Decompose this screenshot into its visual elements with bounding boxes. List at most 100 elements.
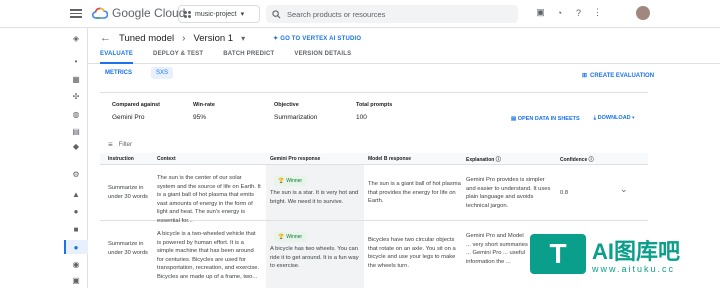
page-title: Tuned model [119,32,175,44]
instruction-cell: Summarize in under 30 words [108,241,148,256]
tab-version-details[interactable]: VERSION DETAILS [294,48,351,64]
workbench-icon[interactable]: ⚙ [70,168,82,180]
lightbulb-icon[interactable]: ● [70,241,82,253]
logo-text: Google Cloud [112,6,186,20]
confidence-header-label: Confidence [560,157,588,163]
help-icon[interactable]: ? [572,6,585,19]
summary-panel: Compared against Gemini Pro Win-rate 95%… [100,94,648,128]
col-header-explanation[interactable]: Explanation ⓘ [466,156,501,163]
info-icon: ⓘ [588,157,594,163]
avatar[interactable] [636,6,650,20]
cloud-icon [92,7,108,19]
col-header-confidence[interactable]: Confidence ⓘ [560,156,594,163]
vertex-studio-link[interactable]: ✦ GO TO VERTEX AI STUDIO [273,35,361,42]
pipelines-icon[interactable]: ▲ [70,188,82,200]
model-garden-icon[interactable]: ✣ [70,90,82,102]
search-bar[interactable]: Search products or resources [266,5,518,23]
filter-icon: ≡ [108,140,113,149]
broadcast-icon[interactable]: ◉ [70,258,82,270]
divider [100,92,648,93]
trophy-icon: 🏆 [278,178,285,184]
nav-dot-icon[interactable]: • [70,55,82,67]
explanation-header-label: Explanation [466,157,495,163]
vertex-studio-link-label: GO TO VERTEX AI STUDIO [280,35,362,42]
version-selector[interactable]: Version 1 [193,33,233,44]
objective-label: Objective [274,102,299,108]
summary-prompts: Total prompts 100 [356,102,392,121]
explanation-cell: Gemini Pro provides is simpler and easie… [466,177,551,209]
col-header-model-b[interactable]: Model B response [368,156,411,162]
compared-value: Gemini Pro [112,114,145,121]
gemini-response-cell: A bicycle has two wheels. You can ride i… [270,246,359,270]
download-button[interactable]: ⤓ DOWNLOAD ▾ [594,115,635,122]
chevron-right-icon: › [182,32,186,44]
instruction-cell: Summarize in under 30 words [108,185,148,200]
project-name: music-project [195,10,237,18]
subtab-metrics[interactable]: METRICS [100,67,137,79]
table-icon[interactable]: ▤ [70,125,82,137]
search-input[interactable]: Search products or resources [287,10,385,19]
tab-deploy-test[interactable]: DEPLOY & TEST [153,48,203,64]
confidence-cell: 0.8 [560,190,569,196]
storage-icon[interactable]: ■ [70,223,82,235]
project-icon [184,10,191,18]
summary-objective: Objective Summarization [274,102,317,121]
download-label: DOWNLOAD [597,115,631,121]
globe-icon[interactable]: ◍ [70,108,82,120]
filter-bar[interactable]: ≡ Filter [108,140,132,149]
open-sheets-label: OPEN DATA IN SHEETS [517,115,580,122]
create-evaluation-label: CREATE EVALUATION [590,72,655,79]
top-bar: Google Cloud music-project ▾ Search prod… [0,0,720,28]
open-sheets-button[interactable]: ▤ OPEN DATA IN SHEETS [511,116,580,122]
tab-evaluate[interactable]: EVALUATE [100,48,134,64]
explanation-cell: Gemini Pro and Model ... very short summ… [466,233,528,265]
subtab-sxs[interactable]: SXS [151,67,174,79]
winrate-value: 95% [193,114,207,121]
terminal-icon[interactable]: ▣ [534,6,547,19]
table-row[interactable]: Summarize in under 30 words The sun is t… [100,166,648,224]
label-icon[interactable]: ◆ [70,140,82,152]
notifications-icon[interactable]: ◔ [553,6,566,19]
winner-badge: 🏆 Winner [274,232,307,242]
menu-icon[interactable] [70,7,82,19]
tab-bar: EVALUATE DEPLOY & TEST BATCH PREDICT VER… [88,48,720,64]
trophy-icon: 🏆 [278,234,285,240]
tab-batch-predict[interactable]: BATCH PREDICT [223,48,274,64]
person-icon[interactable]: ● [70,205,82,217]
context-cell: The sun is the center of our solar syste… [157,175,261,224]
winner-label: Winner [286,178,303,184]
project-selector[interactable]: music-project ▾ [178,5,260,23]
watermark-logo-icon: T [530,234,586,274]
winner-label: Winner [286,234,303,240]
expand-row-icon[interactable]: ⌄ [620,184,628,195]
col-header-instruction[interactable]: Instruction [108,156,134,162]
table-header: Instruction Context Gemini Pro response … [100,153,648,165]
vertex-ai-icon[interactable]: ◈ [70,32,82,44]
info-icon: ⓘ [495,157,501,163]
col-header-context[interactable]: Context [157,156,176,162]
subtab-bar: METRICS SXS [100,67,174,79]
winner-badge: 🏆 Winner [274,176,307,186]
google-cloud-logo[interactable]: Google Cloud [92,6,185,20]
dashboard-icon[interactable]: ▦ [70,73,82,85]
model-b-response-cell: The sun is a giant ball of hot plasma th… [368,181,461,205]
watermark-url: www.aituku.cc [592,264,676,274]
watermark-brand: AI图库吧 [592,239,681,264]
prompts-label: Total prompts [356,102,393,108]
summary-compared: Compared against Gemini Pro [112,102,160,121]
col-header-gemini[interactable]: Gemini Pro response [270,156,320,162]
filter-input[interactable]: Filter [119,142,132,148]
model-b-response-cell: Bicycles have two circular objects that … [368,237,456,269]
more-vert-icon[interactable]: ⋮ [591,6,604,19]
chevron-down-icon[interactable]: ▾ [241,34,245,43]
lock-icon[interactable]: ▣ [70,274,82,286]
winrate-label: Win-rate [193,102,215,108]
left-nav-rail: ◈ • ▦ ✣ ◍ ▤ ◆ ⚙ ▲ ● ■ ● ◉ ▣ [64,28,88,288]
summary-winrate: Win-rate 95% [193,102,215,121]
watermark: T AI图库吧 www.aituku.cc [524,228,720,288]
gemini-response-cell: The sun is a star. It is very hot and br… [270,190,359,205]
search-icon [272,9,281,18]
chevron-down-icon: ▾ [240,11,245,18]
create-evaluation-button[interactable]: ⊞ CREATE EVALUATION [582,72,655,80]
back-arrow-icon[interactable]: ← [100,32,111,44]
